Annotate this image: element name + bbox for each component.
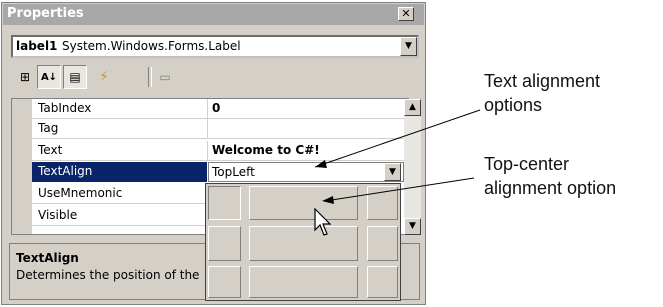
callout-top-center-line1: Top-center — [484, 154, 570, 174]
callout-text-alignment-line2: options — [484, 95, 543, 115]
callout-top-center-line2: alignment option — [484, 178, 617, 198]
callout-text-alignment-line1: Text alignment — [484, 71, 601, 91]
